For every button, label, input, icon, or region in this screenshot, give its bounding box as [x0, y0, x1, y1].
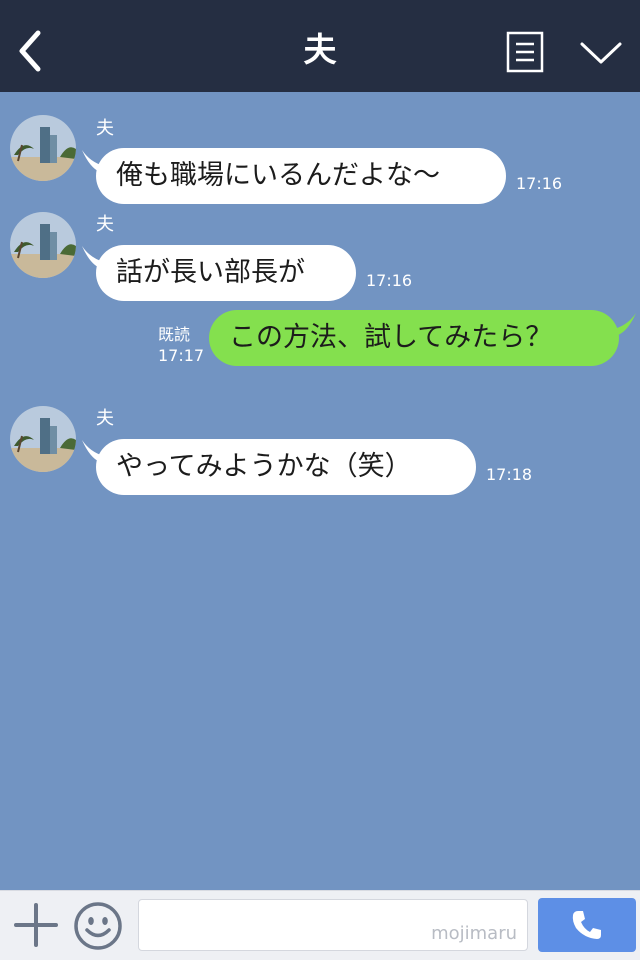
avatar-image: [10, 115, 76, 181]
message-bubble-incoming[interactable]: 俺も職場にいるんだよな〜: [96, 148, 506, 204]
chat-screen: 夫 夫 俺も職場にいるんだよな〜 17:16 夫 話が長い部長が 17:16 既…: [0, 0, 640, 960]
notes-icon: [506, 31, 544, 73]
header-bar: 夫: [0, 0, 640, 92]
chat-title: 夫: [303, 30, 337, 69]
message-bubble-incoming[interactable]: 話が長い部長が: [96, 245, 356, 301]
sender-avatar[interactable]: [10, 406, 76, 472]
bubble-tail: [614, 313, 636, 335]
plus-icon: [14, 903, 58, 947]
sender-name: 夫: [96, 214, 114, 235]
sender-name: 夫: [96, 408, 114, 429]
message-time: 17:16: [516, 174, 563, 193]
message-bubble-outgoing[interactable]: この方法、試してみたら？: [209, 310, 619, 366]
emoji-button[interactable]: [73, 901, 123, 951]
watermark-text: mojimaru: [431, 923, 517, 944]
message-bubble-incoming[interactable]: やってみようかな（笑）: [96, 439, 476, 495]
message-time: 17:17: [158, 346, 205, 365]
sender-name: 夫: [96, 118, 114, 139]
avatar-image: [10, 212, 76, 278]
read-receipt: 既読: [158, 325, 191, 344]
add-attachment-button[interactable]: [14, 903, 58, 947]
message-time: 17:18: [486, 465, 533, 484]
call-button[interactable]: [538, 898, 636, 952]
message-time: 17:16: [366, 271, 413, 290]
back-button[interactable]: [10, 28, 50, 74]
notes-button[interactable]: [506, 31, 544, 73]
sender-avatar[interactable]: [10, 115, 76, 181]
chevron-down-icon: [580, 42, 622, 64]
avatar-image: [10, 406, 76, 472]
chevron-left-icon: [19, 30, 41, 72]
phone-icon: [572, 911, 601, 939]
menu-toggle-button[interactable]: [578, 38, 624, 68]
message-input[interactable]: mojimaru: [138, 899, 528, 951]
smiley-icon: [74, 902, 122, 950]
sender-avatar[interactable]: [10, 212, 76, 278]
input-bar: mojimaru: [0, 890, 640, 960]
